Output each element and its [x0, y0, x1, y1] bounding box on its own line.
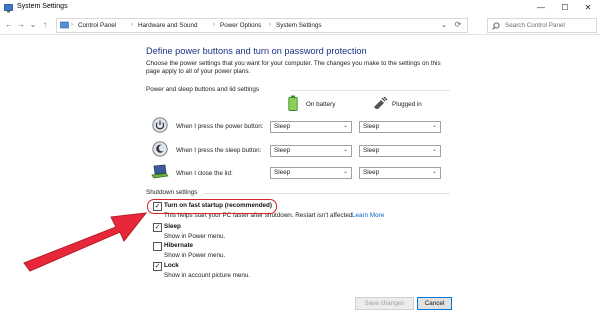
sleep-option-label[interactable]: Sleep — [164, 223, 181, 230]
system-settings-icon — [4, 4, 13, 13]
sleep-option-description: Show in Power menu. — [164, 233, 226, 240]
control-panel-icon — [60, 21, 69, 29]
sleep-checkbox[interactable]: ✓ — [153, 223, 162, 232]
breadcrumb-system-settings[interactable]: System Settings — [276, 22, 322, 29]
search-icon — [492, 22, 500, 30]
row-label-power-button: When I press the power button: — [176, 123, 264, 130]
address-bar[interactable]: › Control Panel › Hardware and Sound › P… — [56, 18, 468, 33]
chevron-down-icon: ⌄ — [342, 123, 348, 129]
power-button-icon — [152, 117, 168, 133]
page-description: Choose the power settings that you want … — [146, 60, 441, 75]
search-box[interactable]: Search Control Panel — [487, 18, 597, 33]
select-value: Sleep — [363, 147, 380, 154]
fast-startup-highlight-ellipse — [147, 199, 277, 214]
breadcrumb-control-panel[interactable]: Control Panel — [78, 22, 116, 29]
page-title: Define power buttons and turn on passwor… — [146, 46, 367, 56]
search-placeholder: Search Control Panel — [505, 22, 565, 29]
lock-option-description: Show in account picture menu. — [164, 272, 251, 279]
red-pointer-arrow — [23, 212, 148, 272]
column-header-on-battery: On battery — [306, 101, 336, 108]
breadcrumb-power-options[interactable]: Power Options — [220, 22, 261, 29]
window-title: System Settings — [17, 3, 68, 10]
power-section-title: Power and sleep buttons and lid settings — [146, 86, 260, 93]
battery-icon — [288, 95, 298, 111]
hibernate-checkbox[interactable] — [153, 242, 162, 251]
save-changes-button[interactable]: Save changes — [355, 297, 414, 310]
learn-more-link[interactable]: Learn More — [352, 212, 384, 219]
select-value: Sleep — [274, 123, 291, 130]
section-divider — [290, 90, 450, 91]
close-lid-plugged-in-select[interactable]: Sleep ⌄ — [359, 167, 441, 179]
lock-option-label[interactable]: Lock — [164, 262, 179, 269]
address-dropdown-icon[interactable]: ⌄ — [438, 19, 450, 31]
recent-locations-chevron-icon[interactable]: ⌄ — [27, 19, 39, 31]
close-lid-on-battery-select[interactable]: Sleep ⌄ — [270, 167, 352, 179]
sleep-button-plugged-in-select[interactable]: Sleep ⌄ — [359, 145, 441, 157]
power-button-on-battery-select[interactable]: Sleep ⌄ — [270, 121, 352, 133]
chevron-down-icon: ⌄ — [342, 147, 348, 153]
chevron-down-icon: ⌄ — [431, 169, 437, 175]
close-button[interactable]: ✕ — [577, 2, 599, 14]
hibernate-option-description: Show in Power menu. — [164, 252, 226, 259]
row-label-close-lid: When I close the lid: — [176, 170, 233, 177]
chevron-down-icon: ⌄ — [342, 169, 348, 175]
cancel-button[interactable]: Cancel — [417, 297, 452, 310]
up-arrow-icon[interactable]: ↑ — [39, 19, 51, 31]
chevron-down-icon: ⌄ — [431, 147, 437, 153]
title-bar: System Settings — ☐ ✕ — [0, 0, 600, 18]
navigation-bar: ← → ⌄ ↑ › Control Panel › Hardware and S… — [0, 17, 600, 35]
laptop-lid-icon — [151, 164, 169, 179]
section-divider — [204, 193, 450, 194]
select-value: Sleep — [363, 123, 380, 130]
chevron-down-icon: ⌄ — [431, 123, 437, 129]
sleep-button-on-battery-select[interactable]: Sleep ⌄ — [270, 145, 352, 157]
minimize-button[interactable]: — — [530, 2, 552, 14]
shutdown-section-title: Shutdown settings — [146, 189, 198, 196]
select-value: Sleep — [274, 147, 291, 154]
row-label-sleep-button: When I press the sleep button: — [176, 147, 262, 154]
column-header-plugged-in: Plugged in — [392, 101, 422, 108]
maximize-button[interactable]: ☐ — [554, 2, 576, 14]
select-value: Sleep — [274, 169, 291, 176]
refresh-icon[interactable]: ⟳ — [452, 19, 464, 31]
power-plug-icon — [374, 97, 388, 109]
power-button-plugged-in-select[interactable]: Sleep ⌄ — [359, 121, 441, 133]
lock-checkbox[interactable]: ✓ — [153, 262, 162, 271]
breadcrumb-hardware-and-sound[interactable]: Hardware and Sound — [138, 22, 198, 29]
back-arrow-icon[interactable]: ← — [3, 19, 15, 31]
forward-arrow-icon[interactable]: → — [15, 19, 27, 31]
select-value: Sleep — [363, 169, 380, 176]
sleep-button-icon — [152, 141, 168, 157]
hibernate-option-label[interactable]: Hibernate — [164, 242, 193, 249]
